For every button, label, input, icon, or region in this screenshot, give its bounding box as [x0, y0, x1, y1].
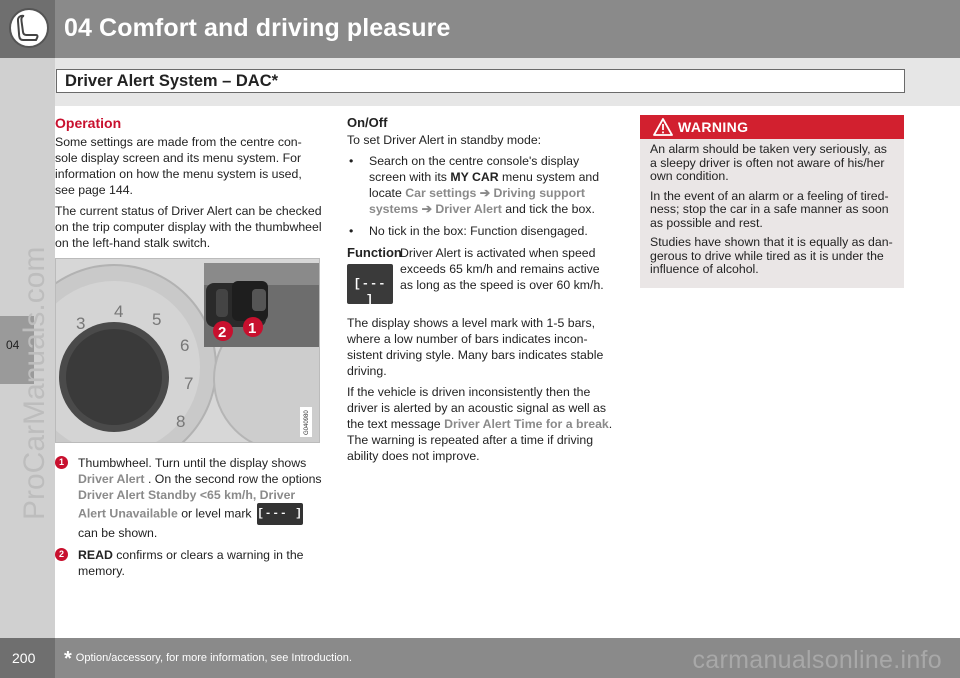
level-mark-icon-text: [--- ]	[353, 277, 387, 307]
gauge-number: 7	[184, 374, 193, 393]
figure-callout-2: 2	[218, 324, 226, 341]
footnote-star: *	[64, 648, 72, 670]
level-mark-icon: [--- ]	[257, 503, 303, 525]
function-text: Driver Alert is activated when speed exc…	[400, 246, 604, 292]
inconsistent-term: Driver Alert Time for a break	[444, 417, 609, 431]
warning-triangle-icon	[653, 118, 673, 136]
inconsistent-paragraph: If the vehicle is driven inconsistently …	[347, 384, 615, 464]
gauge-number: 8	[176, 412, 185, 431]
item2-term: READ	[78, 548, 113, 562]
level-paragraph: The display shows a level mark with 1-5 …	[347, 316, 604, 378]
function-block: Function [--- ] Driver Alert is activate…	[347, 245, 615, 315]
side-watermark: ProCarManuals.com	[18, 246, 51, 520]
warning-title: WARNING	[678, 119, 749, 135]
item1-text-a: Thumbwheel. Turn until the display shows	[78, 456, 307, 470]
item1-text-d: can be shown.	[78, 526, 158, 540]
page-title: 04 Comfort and driving pleasure	[64, 14, 451, 42]
column-middle: On/Off To set Driver Alert in standby mo…	[347, 115, 615, 469]
footer-note: * Option/accessory, for more information,…	[64, 648, 352, 671]
operation-heading: Operation	[55, 115, 122, 131]
gauge-number: 3	[76, 314, 85, 333]
column-left: Operation Some settings are made from th…	[55, 115, 323, 585]
item1-text-b: . On the second row the options	[144, 472, 322, 486]
instrument-cluster-illustration: 3 4 5 6 7 8 2 1 G040980	[56, 259, 319, 442]
bullet1-bold: MY CAR	[450, 170, 499, 184]
bullet-item: Search on the centre console's display s…	[347, 153, 615, 217]
stalk-switch-figure: 3 4 5 6 7 8 2 1 G040980	[55, 258, 320, 443]
item1-text-c: or level mark	[177, 506, 255, 521]
page-number-box: 200	[0, 638, 55, 678]
warning-paragraph-1: An alarm should be taken very seriously,…	[650, 142, 887, 183]
figure-callout-1: 1	[248, 320, 256, 337]
page-header: 04 Comfort and driving pleasure	[0, 0, 960, 58]
warning-body: An alarm should be taken very seriously,…	[650, 142, 896, 283]
bullet1-text-c: and tick the box.	[501, 202, 595, 216]
onoff-heading: On/Off	[347, 115, 388, 130]
seat-icon	[9, 8, 49, 48]
onoff-intro: To set Driver Alert in standby mode:	[347, 133, 542, 147]
onoff-bullet-list: Search on the centre console's display s…	[347, 153, 615, 239]
section-title: Driver Alert System – DAC*	[65, 72, 279, 90]
callout-item-1: 1 Thumbwheel. Turn until the display sho…	[55, 455, 323, 541]
warning-paragraph-2: In the event of an alarm or a feeling of…	[650, 188, 889, 230]
item1-term-a: Driver Alert	[78, 472, 145, 486]
gauge-number: 5	[152, 310, 161, 329]
footer-watermark: carmanualsonline.info	[692, 646, 942, 674]
header-icon-box	[0, 0, 55, 58]
gauge-number: 4	[114, 302, 123, 321]
bullet-item: No tick in the box: Function disengaged.	[347, 223, 615, 239]
operation-paragraph-1: Some settings are made from the centre c…	[55, 135, 302, 197]
page-footer: 200 * Option/accessory, for more informat…	[0, 638, 960, 678]
figure-code: G040980	[304, 410, 310, 435]
operation-paragraph-2: The current status of Driver Alert can b…	[55, 204, 322, 250]
gauge-number: 6	[180, 336, 189, 355]
section-title-box: Driver Alert System – DAC*	[56, 69, 905, 93]
callout-badge-1: 1	[55, 456, 68, 469]
page-number: 200	[12, 650, 36, 666]
warning-box: WARNING An alarm should be taken very se…	[640, 115, 904, 288]
warning-header: WARNING	[640, 115, 904, 139]
callout-badge-2: 2	[55, 548, 68, 561]
footer-note-text: Option/accessory, for more information, …	[75, 652, 352, 664]
callout-item-2: 2 READ confirms or clears a warning in t…	[55, 547, 323, 579]
level-mark-icon: [--- ]	[347, 264, 393, 307]
warning-paragraph-3: Studies have shown that it is equally as…	[650, 235, 893, 276]
